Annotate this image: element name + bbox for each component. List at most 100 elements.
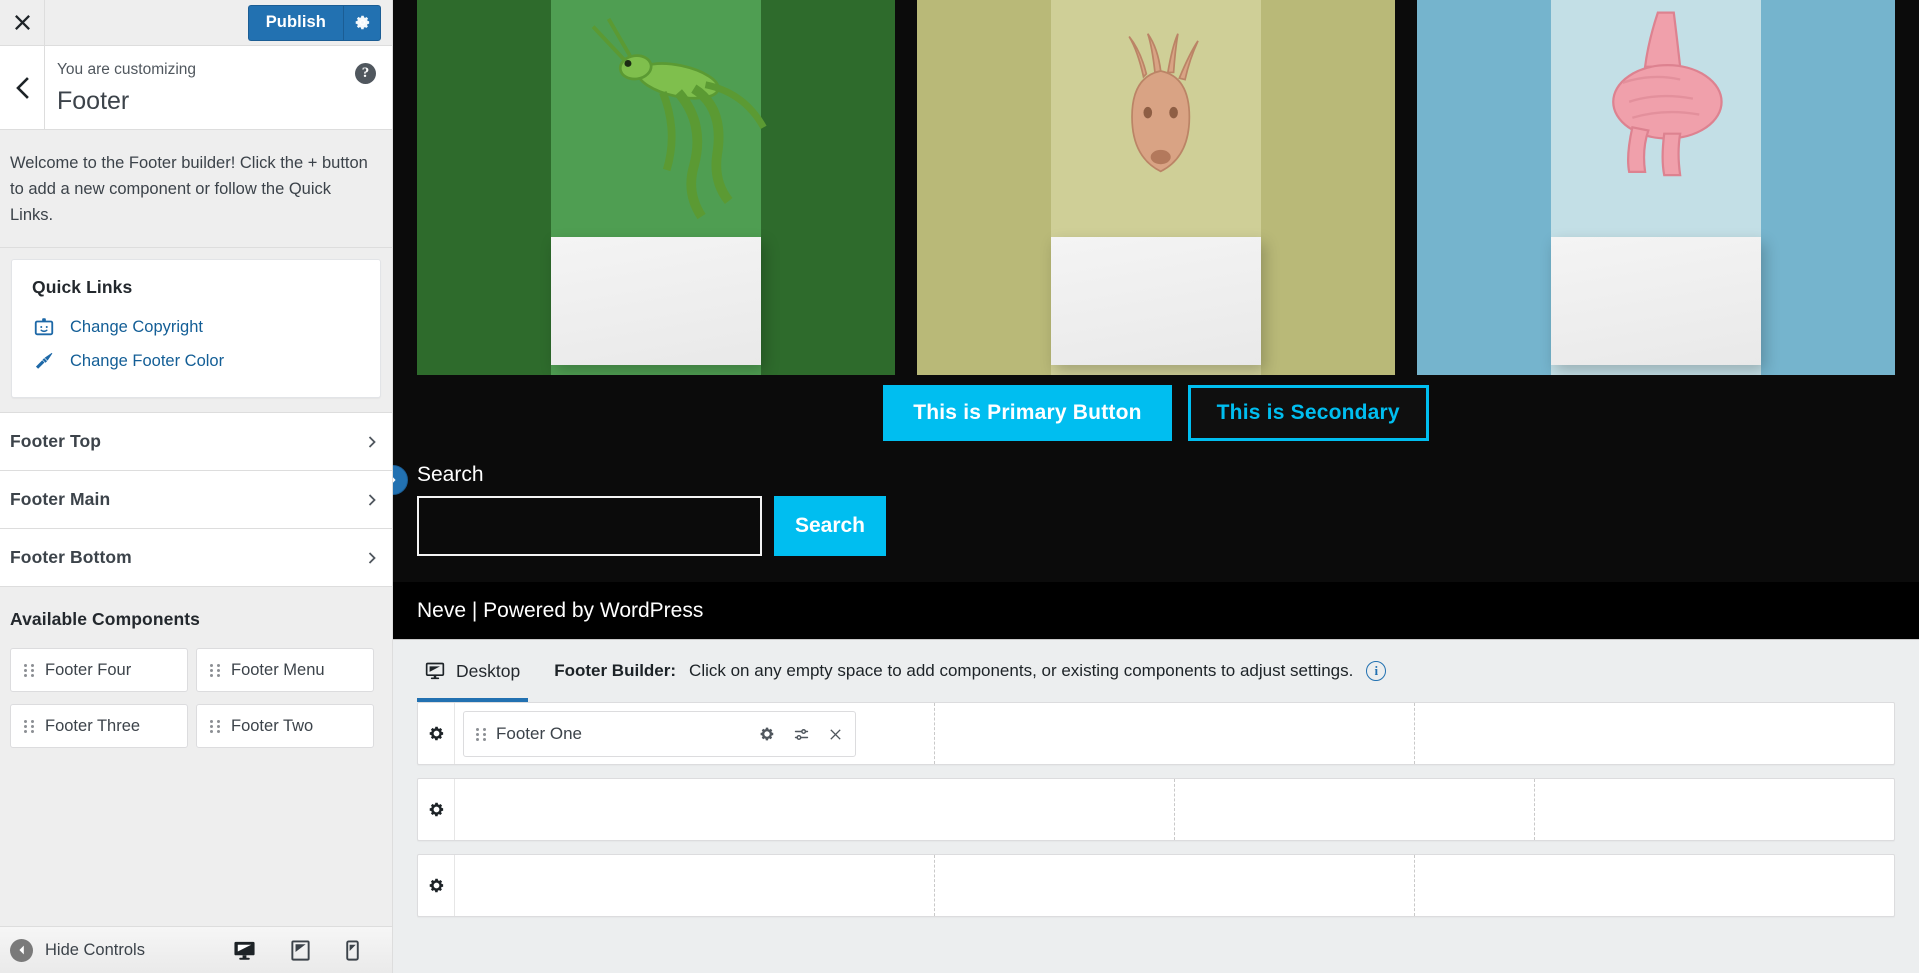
close-icon[interactable] — [828, 727, 843, 742]
chevron-left-icon — [15, 76, 29, 99]
builder-rows: Footer One — [393, 702, 1919, 917]
builder-column[interactable] — [1414, 855, 1894, 916]
search-submit-button[interactable]: Search — [774, 496, 886, 556]
builder-row-footer-top[interactable]: Footer One — [417, 702, 1895, 765]
sliders-icon[interactable] — [793, 726, 810, 743]
search-row: Search — [417, 496, 1895, 556]
paintbrush-icon — [32, 349, 56, 373]
drag-handle-icon[interactable] — [476, 727, 486, 741]
customizer-sidebar: Publish You are customizing Footer ? Wel… — [0, 0, 393, 973]
preview-search-widget: Search Search — [393, 451, 1919, 582]
preview-card-grasshopper[interactable] — [417, 0, 895, 375]
drag-handle-icon[interactable] — [24, 663, 34, 677]
footer-builder-panel: Desktop Footer Builder: Click on any emp… — [393, 639, 1919, 973]
grasshopper-image — [592, 17, 767, 220]
row-settings-button[interactable] — [418, 855, 455, 916]
chevron-right-icon — [368, 436, 376, 448]
quick-link-label: Change Copyright — [70, 317, 203, 336]
preview-card-antelope[interactable] — [917, 0, 1395, 375]
builder-column[interactable] — [1533, 779, 1894, 840]
preview-card-flamingo[interactable] — [1417, 0, 1895, 375]
desktop-icon — [234, 941, 255, 960]
available-components-list: Footer Four Footer Menu Footer Three Foo… — [0, 640, 392, 749]
component-chip-label: Footer Four — [45, 660, 132, 679]
component-chip-footer-two[interactable]: Footer Two — [196, 704, 374, 749]
section-label: Footer Main — [10, 489, 111, 510]
preview-credit-bar: Neve | Powered by WordPress — [393, 582, 1919, 639]
card-white-paper — [1550, 237, 1762, 365]
drag-handle-icon[interactable] — [210, 719, 220, 733]
component-chip-footer-menu[interactable]: Footer Menu — [196, 648, 374, 693]
component-chip-footer-four[interactable]: Footer Four — [10, 648, 188, 693]
drag-handle-icon[interactable] — [24, 719, 34, 733]
builder-column[interactable] — [1414, 703, 1894, 764]
header-text-group: You are customizing Footer ? — [45, 46, 392, 129]
row-settings-button[interactable] — [418, 779, 455, 840]
gear-icon — [355, 15, 369, 30]
builder-column[interactable] — [934, 703, 1414, 764]
help-icon[interactable]: ? — [355, 63, 376, 84]
back-button[interactable] — [0, 46, 45, 129]
card-white-paper — [1050, 237, 1262, 365]
chevron-right-icon — [368, 552, 376, 564]
card-white-paper — [550, 237, 762, 365]
sidebar-topbar: Publish — [0, 0, 392, 46]
footer-sections-accordion: Footer Top Footer Main Footer Bottom — [0, 412, 392, 588]
search-input[interactable] — [417, 496, 762, 556]
builder-column[interactable] — [1173, 779, 1534, 840]
builder-component-footer-one[interactable]: Footer One — [463, 711, 856, 757]
builder-toolbar: Desktop Footer Builder: Click on any emp… — [393, 640, 1919, 702]
section-footer-main[interactable]: Footer Main — [0, 471, 392, 530]
quick-links-title: Quick Links — [32, 277, 133, 298]
device-tablet-button[interactable] — [290, 939, 311, 962]
builder-tab-label: Desktop — [456, 660, 521, 681]
secondary-button[interactable]: This is Secondary — [1187, 385, 1429, 441]
row-columns — [455, 779, 1894, 840]
row-columns: Footer One — [455, 703, 1894, 764]
site-preview: This is Primary Button This is Secondary… — [393, 0, 1919, 973]
builder-row-footer-bottom[interactable] — [417, 854, 1895, 917]
available-components-title: Available Components — [0, 587, 392, 641]
quick-link-change-copyright[interactable]: Change Copyright — [32, 310, 360, 344]
publish-group: Publish — [247, 4, 381, 41]
preview-cards-strip — [393, 0, 1919, 375]
publish-settings-button[interactable] — [343, 4, 381, 41]
welcome-description: Welcome to the Footer builder! Click the… — [0, 130, 392, 249]
device-mobile-button[interactable] — [345, 939, 360, 962]
sidebar-header: You are customizing Footer ? — [0, 46, 392, 130]
hide-controls-button[interactable]: Hide Controls — [10, 938, 145, 962]
device-desktop-button[interactable] — [233, 939, 256, 962]
gear-icon — [429, 878, 443, 893]
preview-button-row: This is Primary Button This is Secondary — [393, 375, 1919, 451]
hide-controls-label: Hide Controls — [45, 940, 145, 959]
builder-tab-desktop[interactable]: Desktop — [417, 640, 529, 702]
gear-icon — [429, 726, 443, 741]
drag-handle-icon[interactable] — [210, 663, 220, 677]
tablet-icon — [291, 939, 310, 961]
section-footer-top[interactable]: Footer Top — [0, 413, 392, 472]
close-icon — [14, 15, 30, 30]
builder-row-footer-main[interactable] — [417, 778, 1895, 841]
customizer-app: Publish You are customizing Footer ? Wel… — [0, 0, 1919, 973]
component-chip-footer-three[interactable]: Footer Three — [10, 704, 188, 749]
builder-column[interactable] — [934, 855, 1414, 916]
publish-button[interactable]: Publish — [247, 4, 343, 41]
primary-button[interactable]: This is Primary Button — [883, 385, 1172, 441]
gear-icon[interactable] — [759, 726, 775, 742]
component-chip-label: Footer Three — [45, 716, 141, 735]
quick-link-label: Change Footer Color — [70, 351, 225, 370]
section-label: Footer Top — [10, 431, 102, 452]
antelope-head-image — [1128, 33, 1199, 173]
quick-link-change-footer-color[interactable]: Change Footer Color — [32, 344, 360, 378]
collapse-left-icon — [10, 938, 33, 962]
close-customizer-button[interactable] — [0, 0, 45, 45]
panel-title: Footer — [57, 87, 130, 116]
info-icon[interactable]: i — [1366, 661, 1387, 681]
gear-icon — [429, 802, 443, 817]
section-footer-bottom[interactable]: Footer Bottom — [0, 529, 392, 588]
row-settings-button[interactable] — [418, 703, 455, 764]
builder-column[interactable] — [455, 855, 934, 916]
sidebar-footer: Hide Controls — [0, 926, 392, 973]
builder-column[interactable]: Footer One — [455, 703, 934, 764]
builder-column[interactable] — [455, 779, 1174, 840]
